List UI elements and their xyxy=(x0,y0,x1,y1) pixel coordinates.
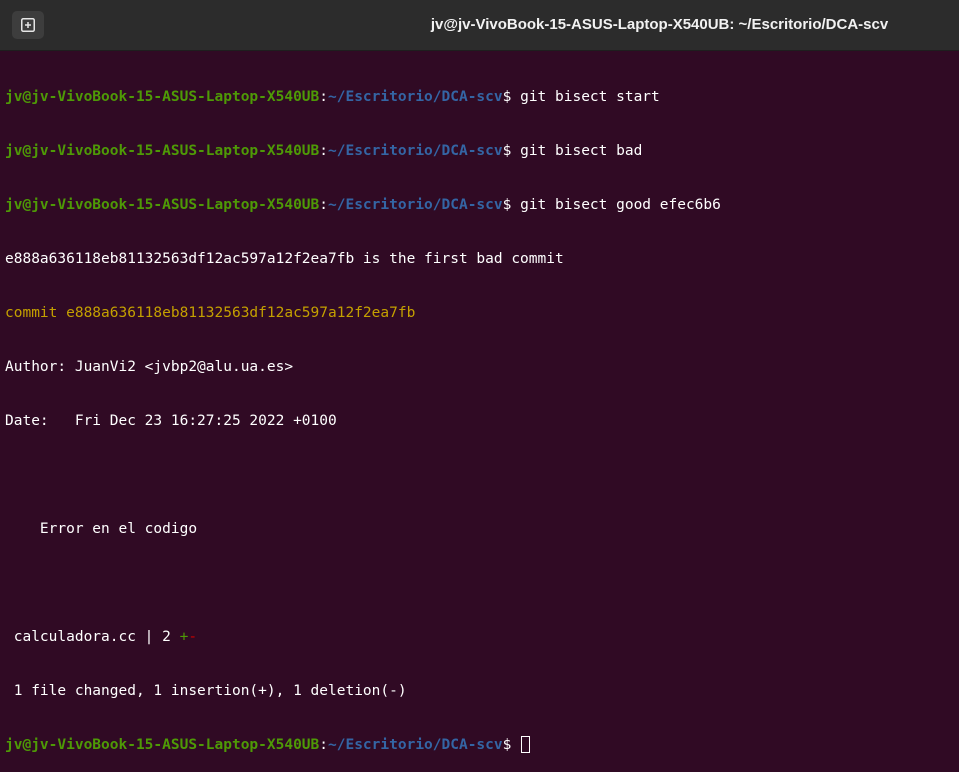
output-author: Author: JuanVi2 <jvbp2@alu.ua.es> xyxy=(5,358,959,376)
prompt-path: ~/Escritorio/DCA-scv xyxy=(328,143,503,159)
output-commit-message: Error en el codigo xyxy=(5,520,959,538)
prompt-user-host: jv@jv-VivoBook-15-ASUS-Laptop-X540UB xyxy=(5,737,319,753)
prompt-symbol: $ xyxy=(503,737,512,753)
output-date: Date: Fri Dec 23 16:27:25 2022 +0100 xyxy=(5,412,959,430)
terminal-line-command: jv@jv-VivoBook-15-ASUS-Laptop-X540UB:~/E… xyxy=(5,88,959,106)
prompt-path: ~/Escritorio/DCA-scv xyxy=(328,89,503,105)
prompt-user-host: jv@jv-VivoBook-15-ASUS-Laptop-X540UB xyxy=(5,143,319,159)
window-title: jv@jv-VivoBook-15-ASUS-Laptop-X540UB: ~/… xyxy=(300,0,959,50)
output-first-bad: e888a636118eb81132563df12ac597a12f2ea7fb… xyxy=(5,250,959,268)
output-blank xyxy=(5,574,959,592)
new-tab-button[interactable] xyxy=(12,11,44,39)
new-tab-icon xyxy=(21,18,35,32)
prompt-user-host: jv@jv-VivoBook-15-ASUS-Laptop-X540UB xyxy=(5,89,319,105)
stat-file: calculadora.cc | 2 xyxy=(5,629,180,645)
prompt-colon: : xyxy=(319,197,328,213)
terminal-line-command: jv@jv-VivoBook-15-ASUS-Laptop-X540UB:~/E… xyxy=(5,196,959,214)
output-blank xyxy=(5,466,959,484)
stat-insertions: + xyxy=(180,629,189,645)
prompt-path: ~/Escritorio/DCA-scv xyxy=(328,197,503,213)
terminal-line-prompt: jv@jv-VivoBook-15-ASUS-Laptop-X540UB:~/E… xyxy=(5,736,959,754)
title-bar: jv@jv-VivoBook-15-ASUS-Laptop-X540UB: ~/… xyxy=(0,0,959,51)
output-stat-line: calculadora.cc | 2 +- xyxy=(5,628,959,646)
stat-deletions: - xyxy=(188,629,197,645)
text-cursor xyxy=(521,736,530,753)
command-text: git bisect bad xyxy=(511,143,642,159)
prompt-colon: : xyxy=(319,143,328,159)
prompt-path: ~/Escritorio/DCA-scv xyxy=(328,737,503,753)
terminal-line-command: jv@jv-VivoBook-15-ASUS-Laptop-X540UB:~/E… xyxy=(5,142,959,160)
prompt-user-host: jv@jv-VivoBook-15-ASUS-Laptop-X540UB xyxy=(5,197,319,213)
terminal-output[interactable]: jv@jv-VivoBook-15-ASUS-Laptop-X540UB:~/E… xyxy=(5,52,959,540)
command-text: git bisect start xyxy=(511,89,659,105)
command-text: git bisect good efec6b6 xyxy=(511,197,721,213)
prompt-colon: : xyxy=(319,89,328,105)
output-summary: 1 file changed, 1 insertion(+), 1 deleti… xyxy=(5,682,959,700)
output-commit-hash: commit e888a636118eb81132563df12ac597a12… xyxy=(5,304,959,322)
prompt-colon: : xyxy=(319,737,328,753)
